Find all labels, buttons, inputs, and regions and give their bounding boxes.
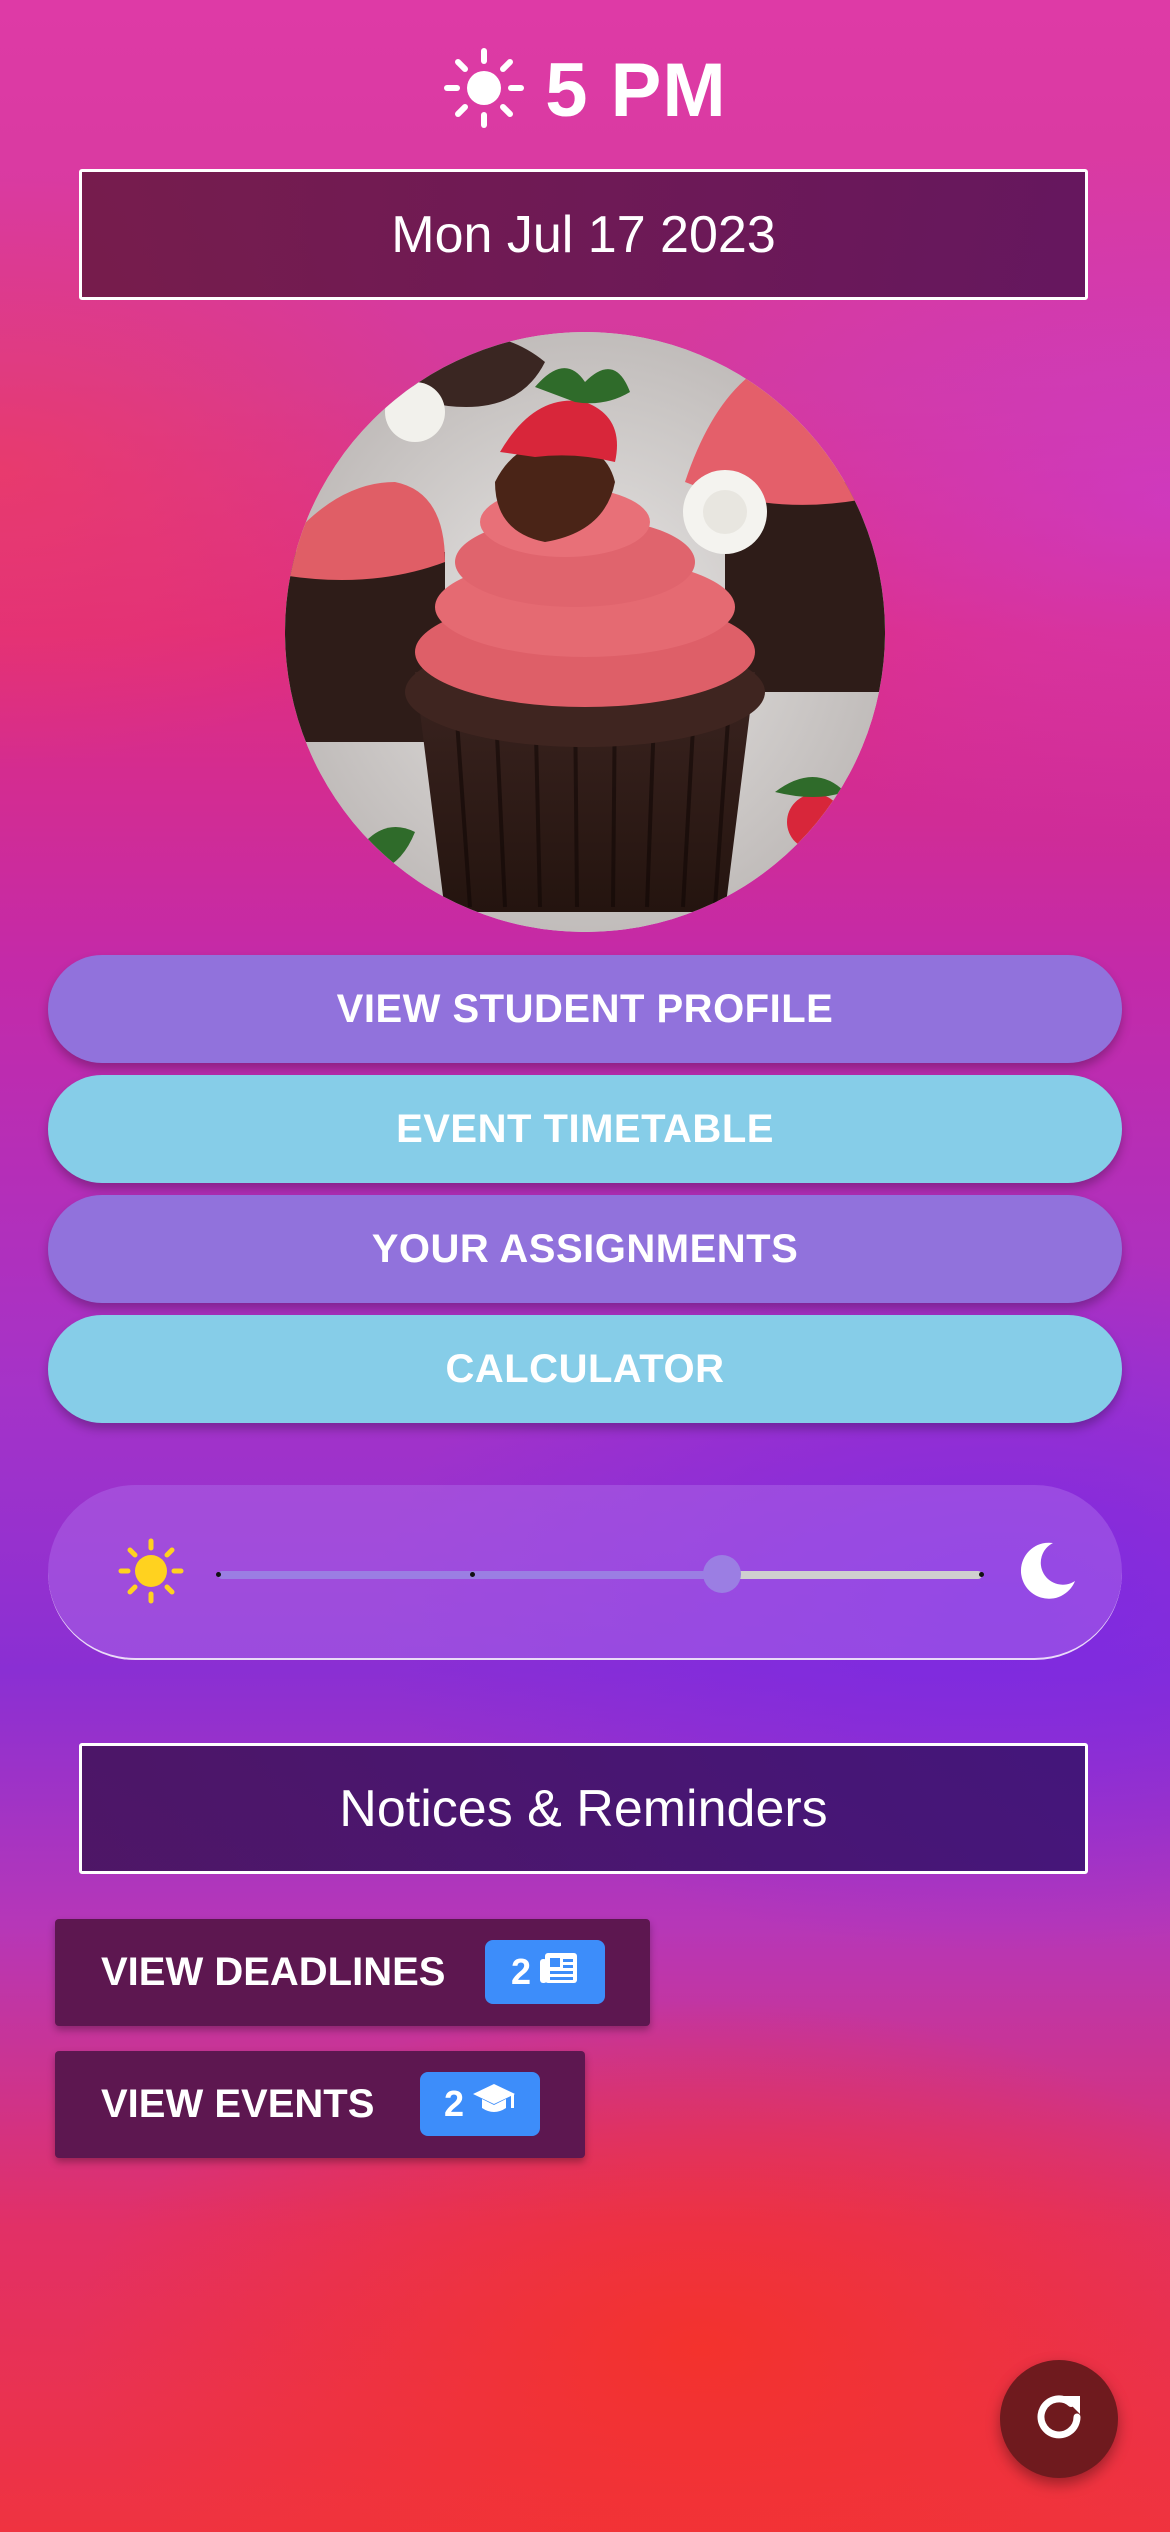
view-deadlines-button[interactable]: VIEW DEADLINES 2 [55,1919,650,2026]
event-timetable-button[interactable]: EVENT TIMETABLE [48,1075,1122,1183]
deadlines-count: 2 [510,1951,532,1992]
slider-tick [470,1572,475,1577]
slider-thumb[interactable] [703,1555,742,1593]
cupcake-photo [285,332,885,932]
events-count-badge: 2 [420,2072,540,2136]
your-assignments-button[interactable]: YOUR ASSIGNMENTS [48,1195,1122,1303]
view-student-profile-button[interactable]: VIEW STUDENT PROFILE [48,955,1122,1063]
slider-tick [216,1572,221,1577]
moon-icon [1013,1537,1079,1608]
refresh-button[interactable] [1000,2360,1118,2478]
slider-track[interactable] [722,1571,982,1579]
view-events-button[interactable]: VIEW EVENTS 2 [55,2051,585,2158]
view-events-label: VIEW EVENTS [101,2082,375,2126]
newspaper-icon [539,1951,579,1994]
notices-title: Notices & Reminders [79,1743,1088,1874]
sun-icon [118,1538,184,1609]
refresh-icon [1031,2389,1087,2450]
current-time: 5 PM [545,47,727,133]
graduation-cap-icon [472,2082,516,2127]
calculator-button[interactable]: CALCULATOR [48,1315,1122,1423]
slider-tick [979,1572,984,1577]
date-display: Mon Jul 17 2023 [79,169,1088,300]
sun-icon [443,47,525,134]
deadlines-count-badge: 2 [485,1940,605,2004]
header: 5 PM [0,40,1170,140]
events-count: 2 [443,2083,465,2124]
view-deadlines-label: VIEW DEADLINES [101,1950,446,1994]
